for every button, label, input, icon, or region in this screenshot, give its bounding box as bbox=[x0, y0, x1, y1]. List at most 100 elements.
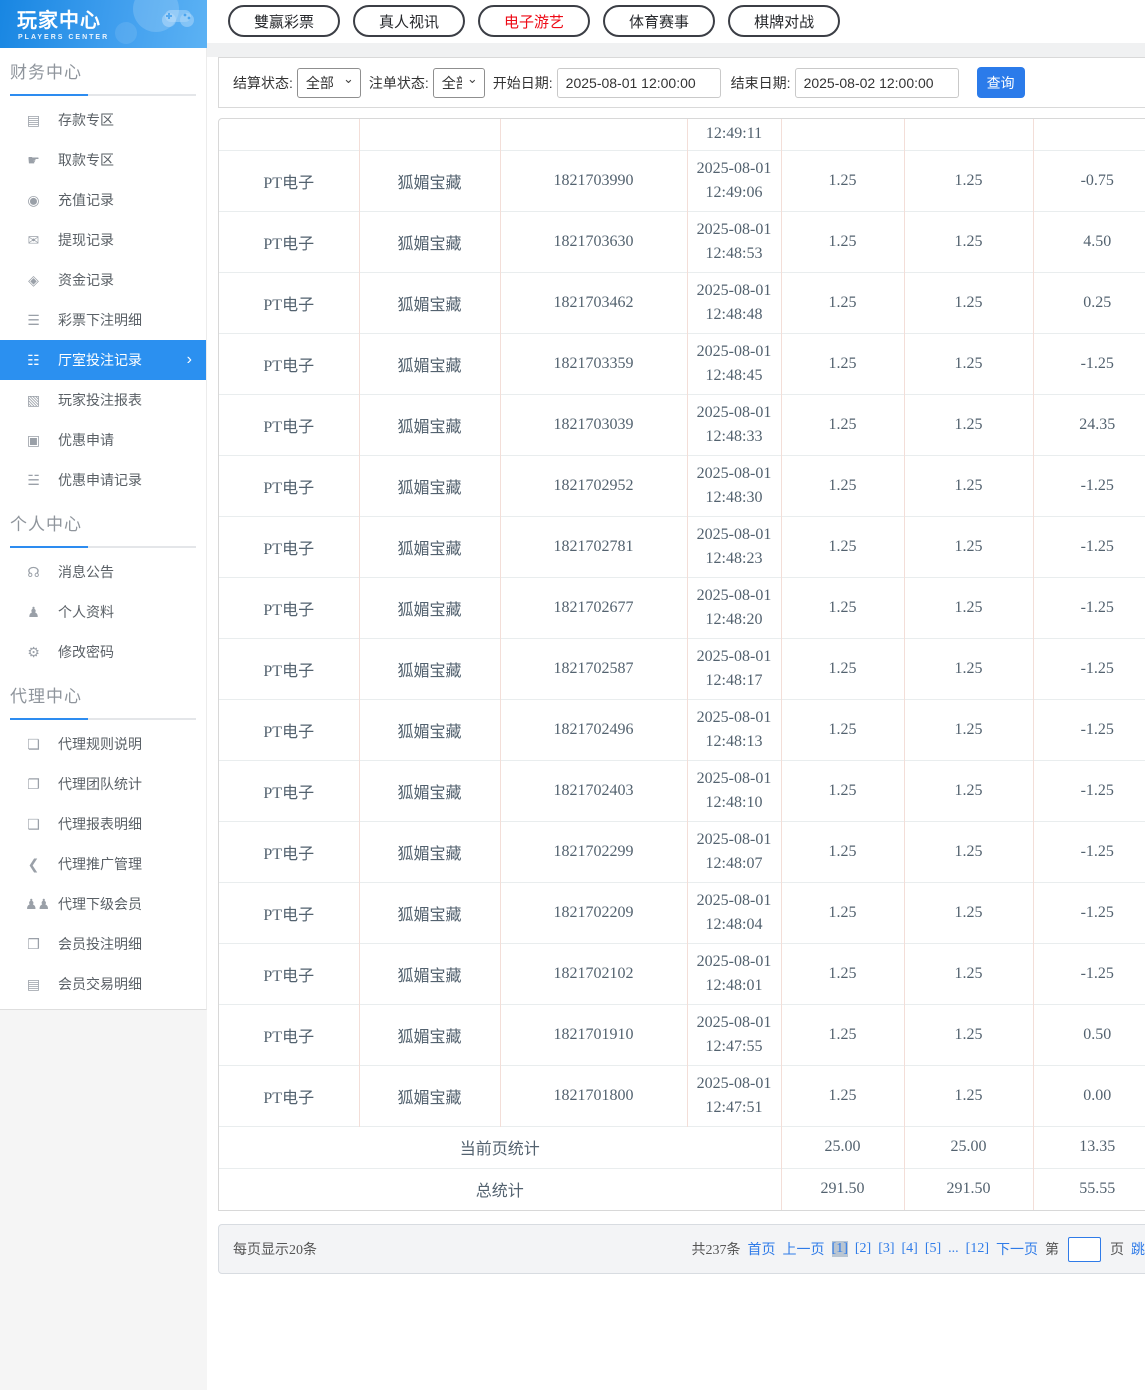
sidebar-item-lottery-bet-detail[interactable]: ☰ 彩票下注明细 bbox=[0, 300, 206, 340]
winloss-cell: -0.75 bbox=[1032, 149, 1145, 211]
filter-panel: 结算状态: 全部 注单状态: 全部 开始日期: 结束日期: 查询 bbox=[218, 57, 1145, 108]
sidebar-item-withdraw[interactable]: ☛ 取款专区 bbox=[0, 140, 206, 180]
sidebar-item-label: 消息公告 bbox=[58, 564, 114, 580]
sidebar-item-agent-team-stats[interactable]: ❐ 代理团队统计 bbox=[0, 764, 206, 804]
bet-table-panel: 12:49:11 PT电子 狐媚宝藏 1821703990 2025-08-01 12:4… bbox=[218, 118, 1145, 1211]
bet-time-cell: 2025-08-01 12:49:06 bbox=[686, 149, 781, 211]
start-date-input[interactable] bbox=[556, 67, 721, 98]
sidebar-item-agent-promotion[interactable]: ❮ 代理推广管理 bbox=[0, 844, 206, 884]
sidebar-item-label: 会员投注明细 bbox=[58, 936, 142, 952]
valid-amount-cell: 1.25 bbox=[903, 210, 1033, 272]
bet-clock: 12:47:55 bbox=[705, 1037, 763, 1055]
game-name-cell: 狐媚宝藏 bbox=[358, 332, 500, 394]
bet-time-cell: 2025-08-01 12:48:07 bbox=[686, 820, 781, 882]
bet-clock: 12:48:33 bbox=[705, 427, 763, 445]
start-date-label: 开始日期: bbox=[492, 74, 553, 91]
bet-clock: 12:48:30 bbox=[705, 488, 763, 506]
platform-cell: PT电子 bbox=[219, 393, 359, 455]
winloss-cell: -1.25 bbox=[1032, 637, 1145, 699]
decorative-circle bbox=[115, 22, 137, 44]
bet-amount-cell: 1.25 bbox=[780, 515, 904, 577]
bet-amount-cell: 1.25 bbox=[780, 759, 904, 821]
winloss-cell: -1.25 bbox=[1032, 454, 1145, 516]
sidebar-item-agent-report-detail[interactable]: ❑ 代理报表明细 bbox=[0, 804, 206, 844]
settle-status-select[interactable]: 全部 bbox=[296, 67, 361, 98]
sidebar-item-change-password[interactable]: ⚙ 修改密码 bbox=[0, 632, 206, 672]
sidebar-item-personal-profile[interactable]: ♟ 个人资料 bbox=[0, 592, 206, 632]
bet-date: 2025-08-01 bbox=[696, 343, 772, 361]
sidebar-item-agent-sub-members[interactable]: ♟♟ 代理下级会员 bbox=[0, 884, 206, 924]
player-report-icon: ▧ bbox=[26, 391, 41, 408]
section-title: 财务中心 bbox=[10, 63, 82, 82]
page-ellipsis[interactable]: ... bbox=[948, 1241, 959, 1257]
sidebar-item-promo-apply-record[interactable]: ☱ 优惠申请记录 bbox=[0, 460, 206, 500]
sidebar-item-label: 个人资料 bbox=[58, 604, 114, 620]
winloss-cell: -1.25 bbox=[1032, 698, 1145, 760]
page-link[interactable]: [3] bbox=[878, 1241, 894, 1257]
lottery-detail-icon: ☰ bbox=[27, 311, 40, 328]
member-bet-icon: ❒ bbox=[27, 935, 40, 952]
tab-e-games[interactable]: 电子游艺 bbox=[478, 5, 591, 37]
query-button[interactable]: 查询 bbox=[976, 67, 1025, 98]
next-page-link[interactable]: 下一页 bbox=[996, 1239, 1038, 1259]
order-status-select[interactable]: 全部 bbox=[432, 67, 485, 98]
winloss-cell: -1.25 bbox=[1032, 942, 1145, 1004]
game-name-cell: 狐媚宝藏 bbox=[358, 820, 500, 882]
table-row: PT电子 狐媚宝藏 1821701800 2025-08-01 12:47:51 1.25… bbox=[219, 1064, 1145, 1126]
divider-band bbox=[207, 43, 1145, 57]
section-title: 代理中心 bbox=[10, 687, 82, 706]
prev-page-link[interactable]: 上一页 bbox=[783, 1239, 825, 1259]
table-row: PT电子 狐媚宝藏 1821702102 2025-08-01 12:48:01 1.25… bbox=[219, 942, 1145, 1004]
end-date-input[interactable] bbox=[794, 67, 959, 98]
bet-date: 2025-08-01 bbox=[696, 770, 772, 788]
empty-cell bbox=[499, 119, 687, 150]
sidebar-item-player-bet-report[interactable]: ▧ 玩家投注报表 bbox=[0, 380, 206, 420]
page-link[interactable]: [5] bbox=[925, 1241, 941, 1257]
table-row: PT电子 狐媚宝藏 1821702403 2025-08-01 12:48:10 1.25… bbox=[219, 759, 1145, 821]
platform-cell: PT电子 bbox=[219, 1064, 359, 1126]
order-number-cell: 1821703359 bbox=[499, 332, 687, 394]
main-content: 雙赢彩票真人视讯电子游艺体育赛事棋牌对战 结算状态: 全部 注单状态: 全部 开… bbox=[207, 0, 1145, 1274]
first-page-link[interactable]: 首页 bbox=[748, 1239, 776, 1259]
sidebar-item-promo-apply[interactable]: ▣ 优惠申请 bbox=[0, 420, 206, 460]
bet-date: 2025-08-01 bbox=[696, 831, 772, 849]
sidebar-item-label: 修改密码 bbox=[58, 644, 114, 660]
jump-page-input[interactable] bbox=[1068, 1236, 1101, 1262]
order-number-cell: 1821703990 bbox=[499, 149, 687, 211]
page-link[interactable]: [1] bbox=[831, 1241, 848, 1257]
sidebar-item-hall-bet-record[interactable]: ☷ 厅室投注记录 › bbox=[0, 340, 206, 380]
bet-date: 2025-08-01 bbox=[696, 465, 772, 483]
jump-prefix-label: 第 bbox=[1045, 1243, 1059, 1258]
sidebar-item-agent-rules[interactable]: ❏ 代理规则说明 bbox=[0, 724, 206, 764]
bet-time-cell: 2025-08-01 12:48:10 bbox=[686, 759, 781, 821]
page-link[interactable]: [2] bbox=[855, 1241, 871, 1257]
platform-cell: PT电子 bbox=[219, 881, 359, 943]
bet-date: 2025-08-01 bbox=[696, 709, 772, 727]
bet-table-body: 12:49:11 PT电子 狐媚宝藏 1821703990 2025-08-01 12:4… bbox=[219, 119, 1145, 1210]
bet-time-cell: 2025-08-01 12:48:20 bbox=[686, 576, 781, 638]
tab-bar: 雙赢彩票 真人视讯 电子游艺 体育赛事 棋牌对战 bbox=[207, 0, 1145, 43]
bet-amount-cell: 1.25 bbox=[780, 271, 904, 333]
page-link[interactable]: [12] bbox=[966, 1241, 989, 1257]
sidebar-item-deposit[interactable]: ▤ 存款专区 bbox=[0, 100, 206, 140]
platform-cell: PT电子 bbox=[219, 942, 359, 1004]
tab-live-video[interactable]: 真人视讯 bbox=[353, 5, 466, 37]
jump-action-link[interactable]: 跳转 bbox=[1131, 1239, 1145, 1259]
page-links: [1] [2] [3] [4] [5]... [12] bbox=[831, 1241, 989, 1257]
promo-record-icon: ☱ bbox=[27, 471, 40, 488]
sidebar-item-recharge-record[interactable]: ◉ 充值记录 bbox=[0, 180, 206, 220]
tab-board-games[interactable]: 棋牌对战 bbox=[728, 5, 841, 37]
sidebar-item-funds-record[interactable]: ◈ 资金记录 bbox=[0, 260, 206, 300]
page-link[interactable]: [4] bbox=[902, 1241, 918, 1257]
tab-sports[interactable]: 体育赛事 bbox=[603, 5, 716, 37]
sidebar-item-member-trade-detail[interactable]: ▤ 会员交易明细 bbox=[0, 964, 206, 1004]
sidebar-item-member-bet-detail[interactable]: ❒ 会员投注明细 bbox=[0, 924, 206, 964]
tab-lottery[interactable]: 雙赢彩票 bbox=[228, 5, 341, 37]
pagination-bar: 每页显示20条 共237条 首页 上一页 [1] [2] [3] [4] [5]...[… bbox=[218, 1224, 1145, 1274]
sidebar-item-label: 厅室投注记录 bbox=[58, 352, 142, 368]
empty-cell bbox=[780, 119, 904, 150]
sidebar-item-message-notice[interactable]: ☊ 消息公告 bbox=[0, 552, 206, 592]
sidebar-item-cashout-record[interactable]: ✉ 提现记录 bbox=[0, 220, 206, 260]
bet-date: 2025-08-01 bbox=[696, 1014, 772, 1032]
sidebar-section: 代理中心 bbox=[0, 672, 206, 724]
